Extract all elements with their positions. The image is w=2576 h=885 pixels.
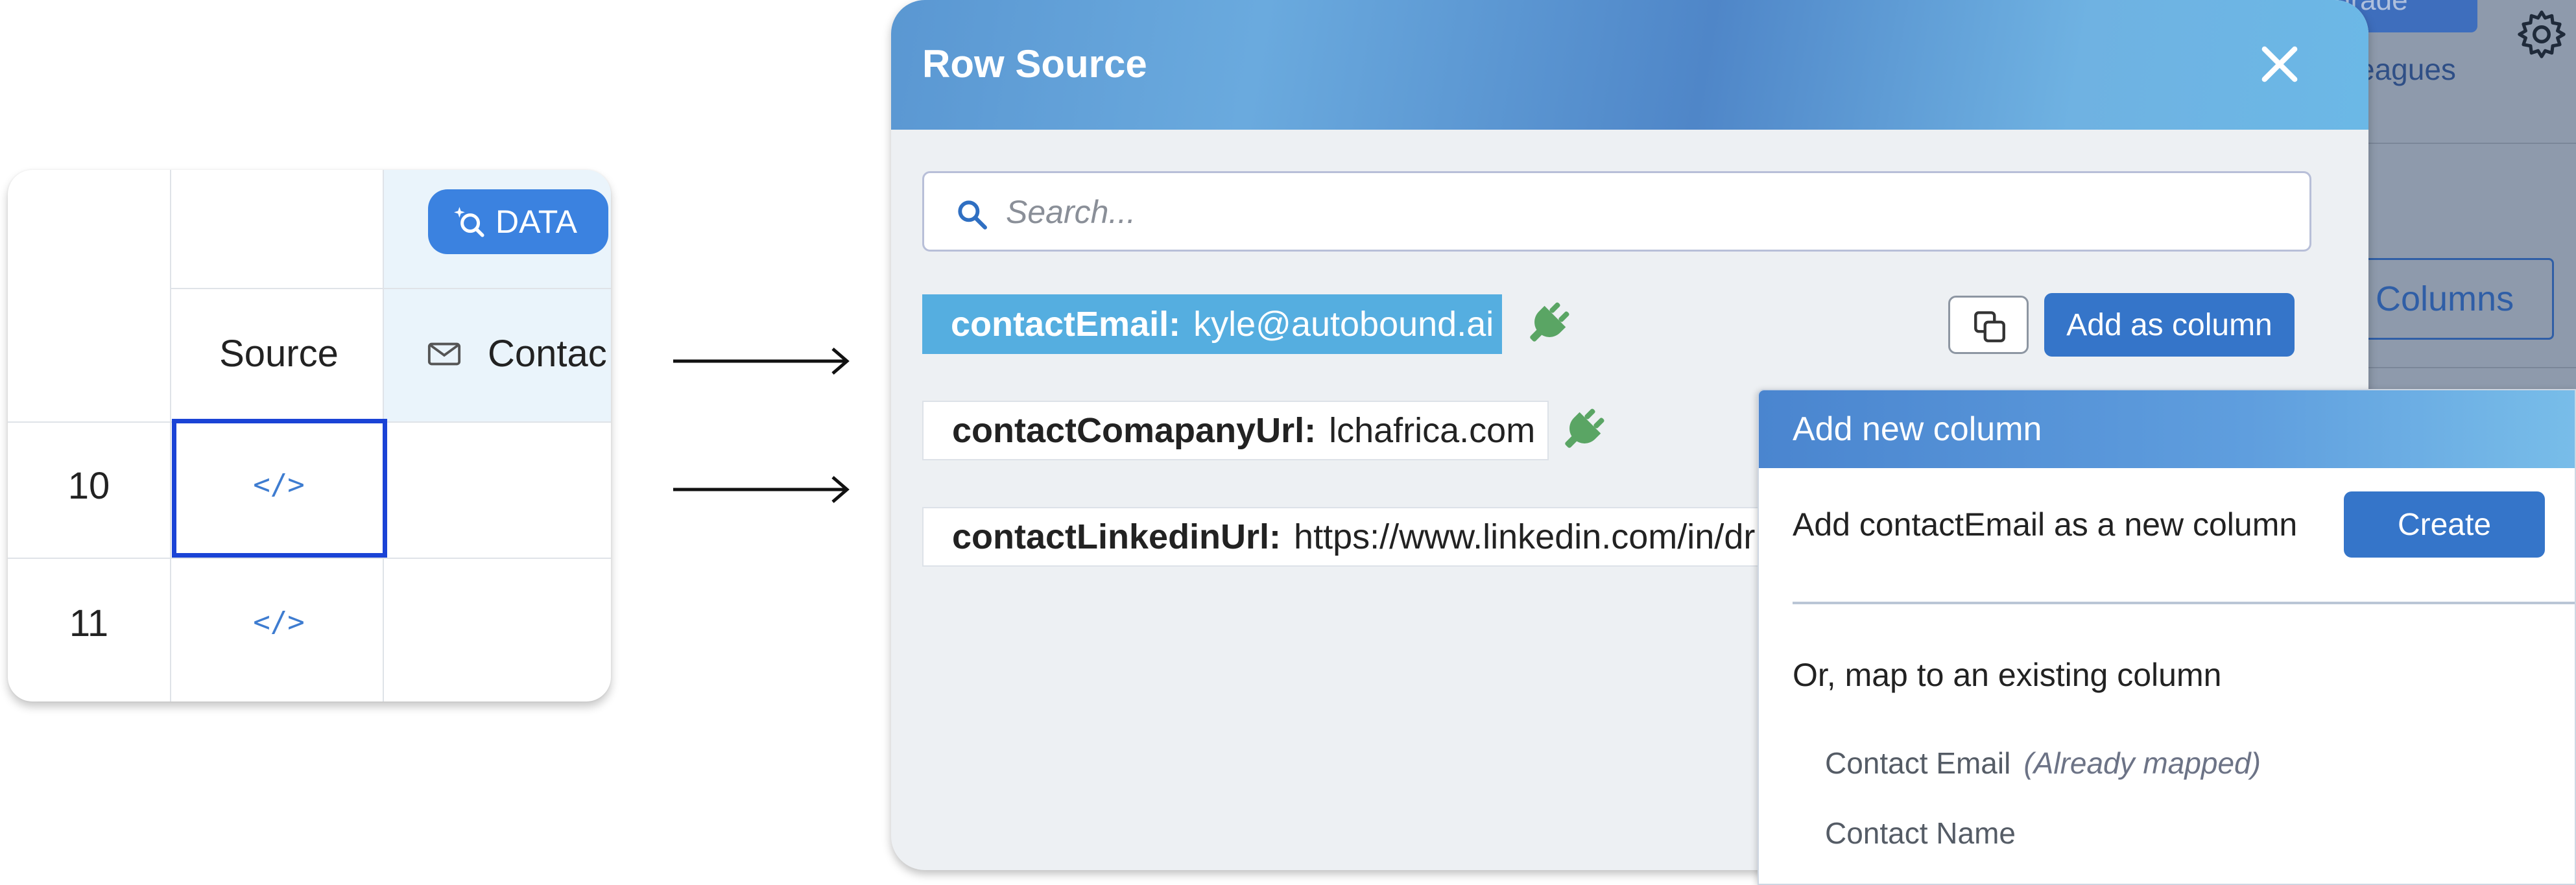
- search-icon: [958, 200, 987, 230]
- option-label: Contact Name: [1825, 816, 2016, 850]
- popover-title: Add new column: [1759, 390, 2575, 468]
- search-input[interactable]: [1006, 185, 2290, 239]
- field-value: https://www.linkedin.com/in/dr: [1294, 517, 1756, 556]
- existing-column-option[interactable]: Contact Name: [1825, 816, 2016, 851]
- source-field-linkedin-url[interactable]: contactLinkedinUrl: https://www.linkedin…: [922, 507, 1830, 567]
- arrow-right-icon: [673, 476, 850, 503]
- field-value: lchafrica.com: [1329, 411, 1536, 450]
- option-label: Contact Email: [1825, 746, 2011, 780]
- add-column-popover: Add new column Add contactEmail as a new…: [1758, 389, 2576, 885]
- source-column-header[interactable]: Source: [174, 332, 384, 375]
- search-box: [922, 171, 2311, 252]
- plug-icon: [1565, 408, 1604, 448]
- stage: DATA Source Contac 10 </> 11 </> grade e…: [0, 0, 2576, 885]
- field-key: contactEmail:: [951, 305, 1181, 344]
- selected-cell-outline: [172, 419, 387, 558]
- field-key: contactComapanyUrl:: [952, 411, 1317, 450]
- source-field-company-url[interactable]: contactComapanyUrl: lchafrica.com: [922, 401, 1549, 460]
- columns-button[interactable]: Columns: [2348, 258, 2554, 340]
- search-sparkle-icon: [454, 207, 484, 237]
- already-mapped-note: (Already mapped): [2023, 746, 2261, 780]
- data-badge-label: DATA: [495, 204, 577, 240]
- envelope-icon: [427, 342, 461, 365]
- row-number: 11: [69, 602, 109, 644]
- popover-divider: [1793, 602, 2575, 604]
- contact-column-header[interactable]: Contac: [427, 332, 607, 375]
- modal-title: Row Source: [922, 42, 1147, 86]
- row-number: 10: [67, 465, 110, 507]
- create-button[interactable]: Create: [2344, 491, 2545, 558]
- add-as-column-button[interactable]: Add as column: [2044, 293, 2295, 357]
- existing-column-option[interactable]: Contact Email (Already mapped): [1825, 746, 2261, 781]
- copy-button[interactable]: [1948, 296, 2029, 354]
- colleagues-link[interactable]: eagues: [2358, 52, 2456, 87]
- table-divider: [170, 288, 611, 289]
- plug-icon: [1530, 302, 1569, 342]
- data-badge-button[interactable]: DATA: [428, 189, 608, 254]
- gear-icon[interactable]: [2515, 8, 2568, 61]
- close-icon[interactable]: [2260, 44, 2300, 84]
- arrow-right-icon: [673, 348, 850, 375]
- modal-header: Row Source: [891, 0, 2368, 130]
- copy-icon: [1974, 311, 2005, 342]
- table-divider: [8, 558, 611, 559]
- table-divider: [170, 170, 171, 702]
- popover-description: Add contactEmail as a new column: [1793, 506, 2298, 543]
- table-card: DATA Source Contac 10 </> 11 </>: [8, 170, 611, 702]
- field-value: kyle@autobound.ai: [1193, 305, 1494, 344]
- contact-column-label: Contac: [488, 333, 607, 375]
- source-cell-code[interactable]: </>: [174, 606, 384, 639]
- map-existing-prompt: Or, map to an existing column: [1793, 657, 2222, 693]
- field-key: contactLinkedinUrl:: [952, 517, 1282, 556]
- source-field-contact-email[interactable]: contactEmail: kyle@autobound.ai: [922, 294, 1502, 354]
